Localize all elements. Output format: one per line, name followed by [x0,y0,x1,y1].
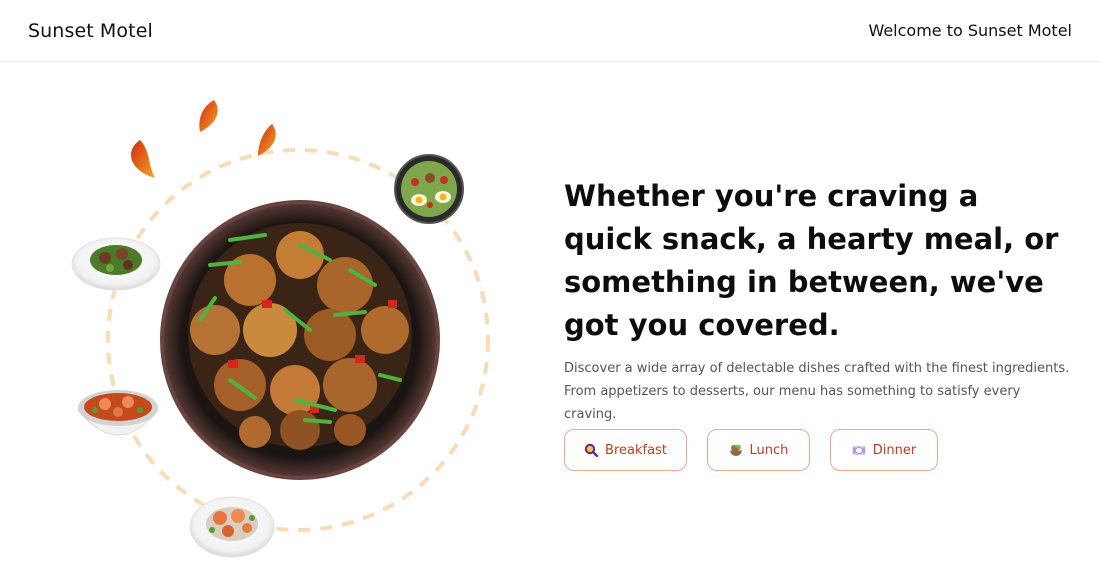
food-illustration [71,100,490,558]
hero-description: Discover a wide array of delectable dish… [564,361,1070,422]
dinner-button[interactable]: Dinner [830,429,938,471]
welcome-text: Welcome to Sunset Motel [868,21,1072,40]
shrimp-curry-bowl [76,390,160,436]
salad-bowl-icon [729,443,743,457]
breakfast-button[interactable]: Breakfast [564,429,687,471]
petal-decoration [131,140,155,178]
dinner-label: Dinner [872,442,917,458]
breakfast-label: Breakfast [605,442,667,458]
site-brand[interactable]: Sunset Motel [28,20,153,42]
magnifier-icon [584,443,599,458]
egg-salad-bowl [394,154,464,224]
plate-icon [852,443,866,457]
lunch-label: Lunch [749,442,789,458]
shrimp-plate [189,496,275,558]
vegetable-plate [71,237,161,291]
hero-headline: Whether you're craving a quick snack, a … [564,179,1059,342]
petal-decoration [199,100,218,132]
top-bar: Sunset Motel Welcome to Sunset Motel [0,0,1100,62]
food-showcase [0,62,560,580]
lunch-button[interactable]: Lunch [707,429,810,471]
